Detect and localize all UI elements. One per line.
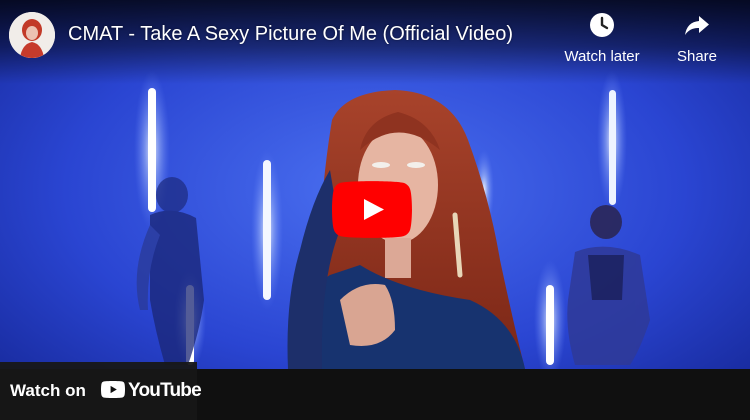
video-title[interactable]: CMAT - Take A Sexy Picture Of Me (Offici… — [68, 20, 513, 48]
watch-later-button[interactable]: Watch later — [560, 10, 644, 66]
share-button[interactable]: Share — [655, 10, 739, 66]
watch-on-youtube-button[interactable]: Watch on YouTube — [0, 362, 202, 420]
share-arrow-icon — [685, 16, 709, 35]
watch-on-label: Watch on — [10, 381, 86, 400]
youtube-logo-icon — [101, 381, 125, 398]
top-bar: CMAT - Take A Sexy Picture Of Me (Offici… — [0, 0, 750, 84]
watch-later-label: Watch later — [564, 48, 640, 65]
youtube-wordmark: YouTube — [128, 380, 202, 401]
play-button[interactable] — [332, 181, 412, 238]
video-player[interactable]: CMAT - Take A Sexy Picture Of Me (Offici… — [0, 0, 750, 420]
clock-icon — [590, 13, 614, 37]
share-label: Share — [676, 48, 718, 65]
channel-avatar[interactable] — [9, 12, 55, 58]
channel-avatar-image — [9, 12, 55, 58]
